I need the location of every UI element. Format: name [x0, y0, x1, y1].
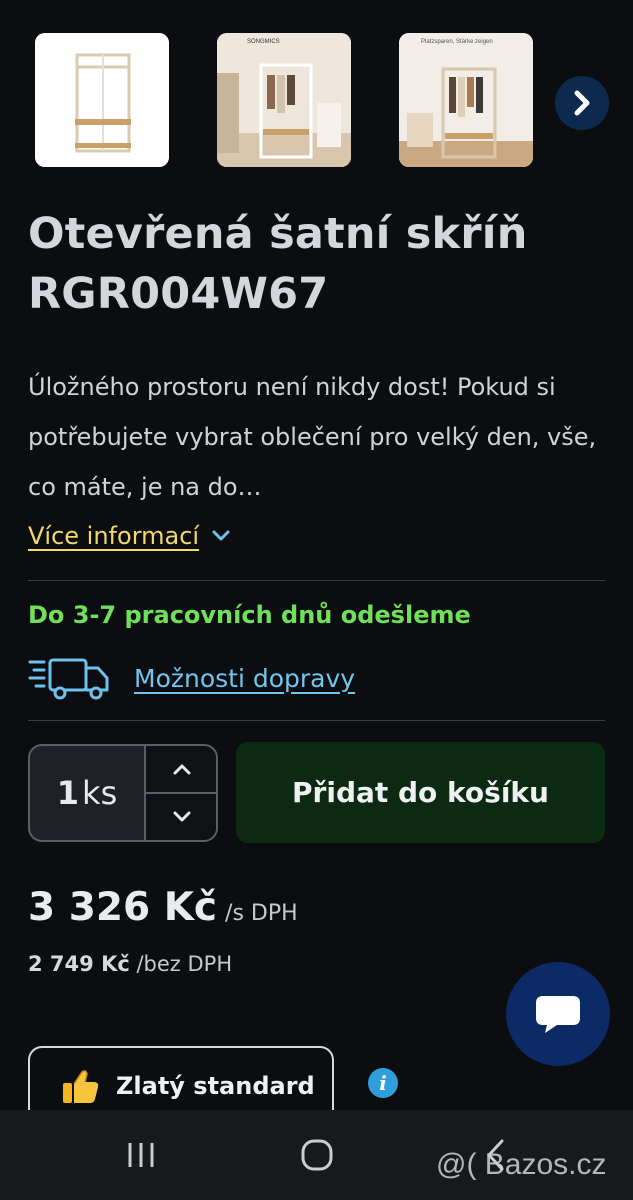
badge-label: Zlatý standard	[116, 1072, 315, 1100]
home-icon	[301, 1139, 333, 1171]
delivery-options-link[interactable]: Možnosti dopravy	[134, 664, 355, 693]
dispatch-time: Do 3-7 pracovních dnů odešleme	[28, 601, 471, 629]
quantity-number: 1	[56, 774, 80, 812]
chevron-down-icon	[212, 530, 230, 541]
quantity-value[interactable]: 1 ks	[30, 746, 144, 840]
brand-text: SONGMICS	[247, 39, 280, 45]
chat-bubble-icon	[536, 996, 580, 1033]
thumbs-up-icon	[63, 1070, 99, 1103]
wardrobe-image	[35, 33, 169, 167]
quantity-steps	[144, 746, 216, 840]
quantity-stepper[interactable]: 1 ks	[28, 744, 218, 842]
price-without-vat-suffix: /bez DPH	[136, 952, 233, 976]
delivery-truck-icon	[28, 658, 109, 700]
product-thumbnail-3[interactable]: Platzsparen, Stärke zeigen	[399, 33, 533, 167]
watermark: @( Bazos.cz	[436, 1148, 607, 1181]
quantity-unit: ks	[82, 774, 118, 812]
product-thumbnail-1[interactable]	[35, 33, 169, 167]
divider	[28, 720, 605, 721]
image-gallery: SONGMICS Platzsparen, Stärke zeigen	[0, 0, 633, 190]
chevron-up-icon	[173, 764, 191, 775]
chevron-right-icon	[574, 90, 590, 116]
more-info-label: Více informací	[28, 522, 200, 550]
chat-button[interactable]	[506, 962, 610, 1066]
info-icon[interactable]: i	[368, 1068, 398, 1098]
quantity-increase-button[interactable]	[146, 746, 216, 794]
product-thumbnail-2[interactable]: SONGMICS	[217, 33, 351, 167]
wardrobe-lifestyle-image	[399, 33, 533, 167]
add-to-cart-button[interactable]: Přidat do košíku	[236, 742, 605, 843]
quantity-decrease-button[interactable]	[146, 794, 216, 840]
system-navigation-bar: @( Bazos.cz	[0, 1110, 633, 1200]
price-without-vat: 2 749 Kč /bez DPH	[28, 952, 232, 976]
recent-apps-icon	[128, 1143, 154, 1167]
delivery-options[interactable]: Možnosti dopravy	[28, 656, 355, 700]
recent-apps-button[interactable]	[118, 1110, 164, 1200]
price-with-vat-value: 3 326 Kč	[28, 885, 218, 930]
product-title: Otevřená šatní skříň RGR004W67	[28, 209, 528, 319]
divider	[28, 580, 605, 581]
price-without-vat-value: 2 749 Kč	[28, 952, 130, 976]
chevron-down-icon	[173, 811, 191, 822]
more-info-link[interactable]: Více informací	[28, 522, 231, 550]
wardrobe-room-image	[217, 33, 351, 167]
price-with-vat: 3 326 Kč /s DPH	[28, 885, 298, 930]
product-description: Úložného prostoru není nikdy dost! Pokud…	[28, 373, 597, 501]
home-button[interactable]	[294, 1110, 340, 1200]
gallery-next-button[interactable]	[555, 76, 609, 130]
thumbnail-caption: Platzsparen, Stärke zeigen	[421, 39, 493, 45]
price-with-vat-suffix: /s DPH	[225, 901, 298, 926]
